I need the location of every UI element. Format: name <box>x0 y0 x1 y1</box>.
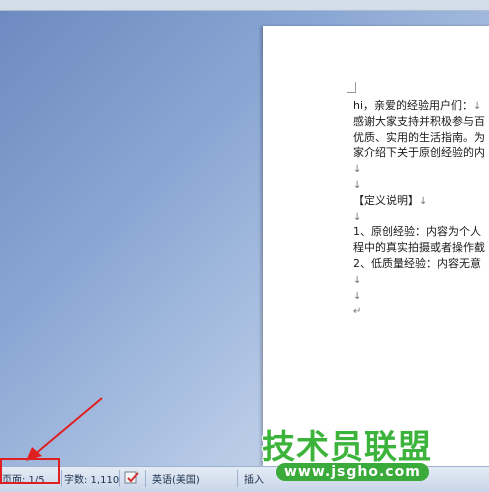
doc-line: ↓ <box>353 274 362 286</box>
doc-line: 1、原创经验：内容为个人 <box>353 225 481 239</box>
doc-line: 优质、实用的生活指南。为 <box>353 130 485 144</box>
doc-line: ↵ <box>353 306 362 318</box>
doc-line: ↓ <box>353 164 362 176</box>
doc-line-cursor: ↓ <box>353 211 362 223</box>
watermark-title: 技术员联盟 <box>262 427 432 466</box>
status-divider <box>237 470 238 487</box>
watermark: 技术员联盟 www.jsgho.com <box>256 418 489 488</box>
word-count-indicator[interactable]: 字数: 1,110 <box>64 471 119 486</box>
status-divider <box>145 470 146 487</box>
doc-line: hi，亲爱的经验用户们：↓ <box>353 99 482 112</box>
doc-line: 【定义说明】↓ <box>353 193 428 207</box>
doc-line: 感谢大家支持并积极参与百 <box>353 114 485 128</box>
doc-line: 程中的真实拍摄或者操作截 <box>353 241 485 255</box>
status-divider <box>61 470 62 487</box>
document-page[interactable]: hi，亲爱的经验用户们：↓ 感谢大家支持并积极参与百 优质、实用的生活指南。为 … <box>263 26 489 466</box>
language-indicator[interactable]: 英语(美国) <box>152 471 200 486</box>
doc-line: ↓ <box>353 179 362 191</box>
status-divider <box>119 470 120 487</box>
annotation-arrow <box>26 397 103 461</box>
doc-line: 家介绍下关于原创经验的内 <box>353 146 485 160</box>
document-body[interactable]: hi，亲爱的经验用户们：↓ 感谢大家支持并积极参与百 优质、实用的生活指南。为 … <box>353 98 489 319</box>
margin-corner-mark <box>347 82 356 93</box>
watermark-url: www.jsgho.com <box>276 463 429 481</box>
proofing-icon[interactable] <box>124 470 140 486</box>
ribbon-edge <box>0 0 489 11</box>
doc-line: 2、低质量经验：内容无意 <box>353 256 481 270</box>
doc-line: ↓ <box>353 290 362 302</box>
